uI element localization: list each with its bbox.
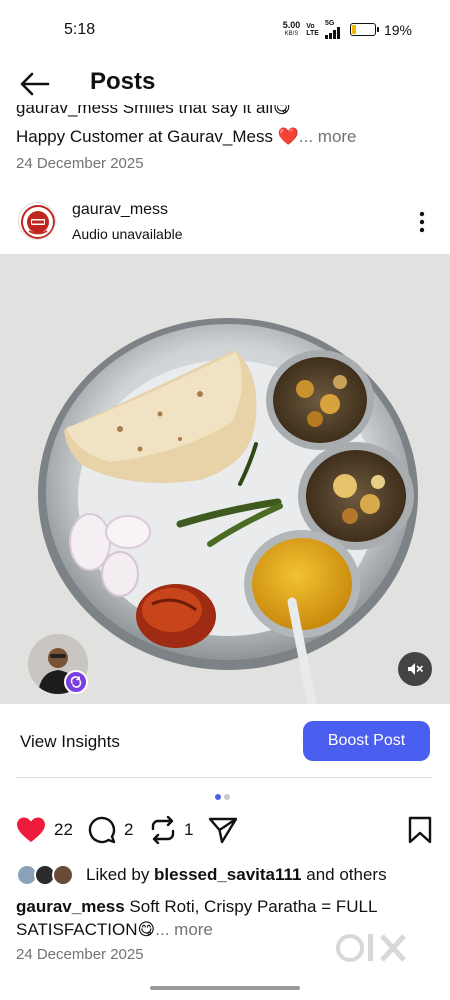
divider (16, 777, 432, 778)
signal-icon: 5G (324, 20, 340, 39)
bookmark-icon (408, 816, 432, 844)
mute-button[interactable] (398, 652, 432, 686)
battery-percent: 19% (383, 21, 412, 38)
liked-by-avatars[interactable] (16, 864, 78, 886)
repost-button[interactable]: 1 (150, 816, 193, 844)
arrow-left-icon (20, 72, 50, 96)
reposts-count[interactable]: 1 (184, 820, 193, 840)
liker-avatar (52, 864, 74, 886)
remix-badge[interactable] (64, 670, 88, 694)
carousel-dot (224, 794, 230, 800)
kebab-menu-icon (419, 211, 425, 233)
comment-button[interactable]: 2 (88, 816, 133, 844)
status-icons: 5.00 KB/S Vo LTE 5G 19% (283, 20, 412, 39)
liked-by-prefix: Liked by (86, 865, 155, 884)
more-options-button[interactable] (412, 210, 432, 234)
likes-count[interactable]: 22 (54, 820, 73, 840)
network-speed-unit: KB/S (284, 30, 299, 37)
volte-top: Vo (306, 22, 315, 30)
status-bar: 5:18 5.00 KB/S Vo LTE 5G 19% (0, 0, 450, 60)
battery-icon (349, 23, 379, 36)
carousel-dots (215, 794, 230, 800)
previous-caption[interactable]: Happy Customer at Gaurav_Mess ❤️... more (16, 127, 357, 147)
liked-by-suffix[interactable]: and others (302, 865, 386, 884)
comment-icon (88, 816, 116, 844)
caption-username[interactable]: gaurav_mess (16, 897, 125, 916)
repost-icon (151, 816, 175, 844)
volte-bottom: LTE (306, 29, 319, 37)
liked-by-text[interactable]: Liked by blessed_savita111 and others (86, 865, 387, 885)
previous-caption-cut-text: gaurav_mess Smiles that say it all😋 (16, 105, 291, 117)
volte-icon: Vo LTE (306, 23, 319, 37)
heart-filled-icon (17, 817, 45, 842)
post-date: 24 December 2025 (16, 946, 144, 963)
carousel-dot (215, 794, 221, 800)
comments-count[interactable]: 2 (124, 820, 133, 840)
previous-caption-text: Happy Customer at Gaurav_Mess ❤️ (16, 127, 299, 146)
save-button[interactable] (408, 816, 432, 844)
home-indicator[interactable] (150, 986, 300, 990)
network-speed-value: 5.00 (282, 19, 301, 30)
caption-more-link[interactable]: ... more (155, 920, 213, 939)
page-title: Posts (90, 68, 156, 95)
mess-logo-icon (21, 205, 55, 239)
liked-by-user[interactable]: blessed_savita111 (154, 865, 301, 884)
boost-post-button[interactable]: Boost Post (303, 721, 430, 761)
network-speed: 5.00 KB/S (282, 19, 301, 39)
action-bar: 22 2 1 (0, 812, 450, 852)
post-username[interactable]: gaurav_mess (72, 201, 168, 219)
profile-avatar[interactable] (18, 202, 56, 240)
share-button[interactable] (208, 816, 238, 844)
remix-icon (70, 676, 82, 688)
previous-more-link[interactable]: ... more (299, 127, 357, 146)
previous-post-date: 24 December 2025 (16, 155, 144, 172)
speaker-muted-icon (408, 663, 423, 675)
olx-logo-icon (336, 934, 406, 962)
like-button[interactable]: 22 (16, 816, 73, 844)
audio-label[interactable]: Audio unavailable (72, 226, 183, 242)
olx-watermark (334, 928, 418, 970)
status-time: 5:18 (64, 21, 96, 38)
back-button[interactable] (18, 70, 52, 98)
view-insights-link[interactable]: View Insights (20, 732, 120, 752)
send-icon (208, 817, 238, 844)
app-header: Posts (0, 60, 450, 106)
network-type: 5G (324, 20, 335, 27)
previous-caption-cut: gaurav_mess Smiles that say it all😋 (16, 105, 436, 119)
